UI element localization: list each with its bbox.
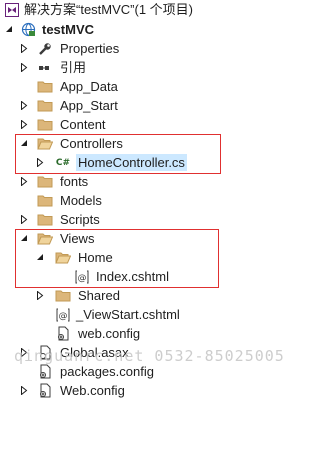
tree-item-label: packages.config — [60, 364, 154, 379]
tree-item-label: Models — [60, 193, 102, 208]
tree-item-label: Web.config — [60, 383, 125, 398]
collapse-triangle-icon[interactable] — [4, 24, 14, 34]
tree-item-label: App_Start — [60, 98, 118, 113]
project-label: testMVC — [42, 22, 95, 37]
controllers-highlight-box — [15, 134, 221, 174]
folder-icon — [37, 174, 53, 189]
expand-triangle-icon[interactable] — [19, 214, 29, 224]
expand-triangle-icon[interactable] — [35, 290, 45, 300]
expand-triangle-icon[interactable] — [19, 43, 29, 53]
expand-triangle-icon[interactable] — [19, 176, 29, 186]
config-file-icon — [37, 383, 53, 398]
razor-file-icon: @ — [55, 307, 71, 322]
expand-triangle-icon[interactable] — [19, 100, 29, 110]
tree-item-label: _ViewStart.cshtml — [76, 307, 180, 322]
tree-item-label: 引用 — [60, 60, 87, 75]
tree-item-label: fonts — [60, 174, 89, 189]
tree-item-label: Properties — [60, 41, 120, 56]
folder-icon — [37, 212, 53, 227]
folder-icon — [37, 98, 53, 113]
solution-icon — [4, 2, 20, 17]
expand-triangle-icon[interactable] — [19, 385, 29, 395]
config-file-icon — [55, 326, 71, 341]
tree-item-label: Scripts — [60, 212, 100, 227]
solution-label: 解决方案“testMVC”(1 个项目) — [24, 2, 194, 17]
config-file-icon — [37, 364, 53, 379]
expand-triangle-icon[interactable] — [19, 119, 29, 129]
references-icon — [37, 60, 53, 75]
views-highlight-box — [15, 229, 219, 288]
tree-item-label: Shared — [78, 288, 120, 303]
tree-item-label: Content — [60, 117, 106, 132]
folder-icon — [37, 79, 53, 94]
folder-icon — [37, 193, 53, 208]
tree-item-label: App_Data — [60, 79, 118, 94]
expand-triangle-icon[interactable] — [19, 62, 29, 72]
folder-icon — [37, 117, 53, 132]
watermark-text: qinguanrc.net 0532-85025005 — [14, 347, 285, 365]
folder-icon — [55, 288, 71, 303]
svg-text:@: @ — [59, 311, 68, 321]
tree-item-label: web.config — [78, 326, 141, 341]
wrench-icon — [37, 41, 53, 56]
web-project-icon — [20, 22, 36, 37]
